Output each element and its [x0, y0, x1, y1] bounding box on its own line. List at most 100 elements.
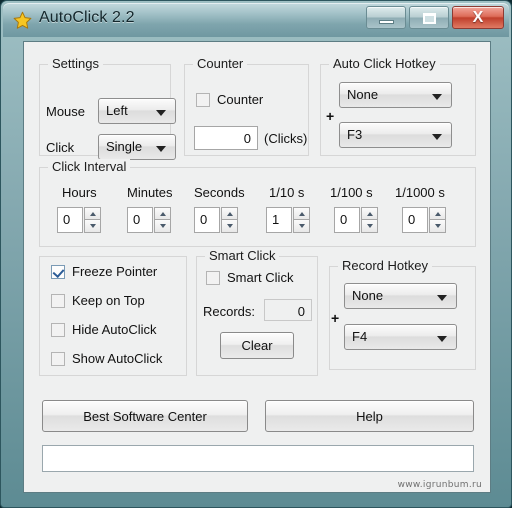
mouse-label: Mouse [46, 104, 86, 119]
hours-label: Hours [62, 185, 97, 200]
help-button[interactable]: Help [265, 400, 474, 432]
hundredth-label: 1/100 s [330, 185, 373, 200]
thousandth-label: 1/1000 s [395, 185, 445, 200]
caret-down-icon [90, 224, 96, 228]
close-icon: X [472, 9, 484, 26]
chevron-down-icon [437, 336, 447, 342]
clear-button-label: Clear [241, 338, 273, 353]
help-button-label: Help [356, 408, 383, 424]
settings-group-title: Settings [48, 56, 103, 71]
maximize-icon [423, 13, 436, 24]
caret-down-icon [299, 224, 305, 228]
status-bar[interactable] [42, 445, 474, 472]
auto-click-hotkey-title: Auto Click Hotkey [329, 56, 440, 71]
counter-value-input[interactable]: 0 [194, 126, 258, 150]
star-icon [13, 11, 32, 29]
checkbox-box [196, 93, 210, 107]
minutes-down-button[interactable] [154, 220, 171, 233]
caret-down-icon [160, 224, 166, 228]
seconds-value: 0 [200, 212, 208, 227]
chevron-down-icon [156, 110, 166, 116]
counter-checkbox-label: Counter [217, 92, 264, 107]
close-button[interactable]: X [452, 6, 504, 29]
hours-input[interactable]: 0 [57, 207, 83, 233]
seconds-down-button[interactable] [221, 220, 238, 233]
record-hotkey-key-select[interactable]: F4 [344, 324, 457, 350]
checkbox-box [51, 294, 65, 308]
click-select[interactable]: Single [98, 134, 176, 160]
thousandth-input[interactable]: 0 [402, 207, 428, 233]
record-hotkey-title: Record Hotkey [338, 258, 432, 273]
hundredth-up-button[interactable] [361, 207, 378, 220]
counter-value: 0 [243, 131, 251, 146]
record-hotkey-group: Record Hotkey [329, 258, 476, 370]
minutes-value: 0 [133, 212, 141, 227]
caret-up-icon [227, 212, 233, 216]
freeze-pointer-label: Freeze Pointer [72, 264, 158, 279]
chevron-down-icon [437, 295, 447, 301]
window-controls: X [366, 6, 504, 32]
record-hotkey-modifier-select[interactable]: None [344, 283, 457, 309]
counter-group-title: Counter [193, 56, 248, 71]
seconds-up-button[interactable] [221, 207, 238, 220]
best-software-center-label: Best Software Center [83, 408, 207, 424]
tenth-label: 1/10 s [269, 185, 305, 200]
caret-up-icon [435, 212, 441, 216]
thousandth-value: 0 [408, 212, 416, 227]
tenth-down-button[interactable] [293, 220, 310, 233]
hours-up-button[interactable] [84, 207, 101, 220]
minutes-input[interactable]: 0 [127, 207, 153, 233]
records-label: Records: [203, 304, 256, 319]
hundredth-down-button[interactable] [361, 220, 378, 233]
auto-hotkey-modifier-select[interactable]: None [339, 82, 452, 108]
app-window: AutoClick 2.2 X Settings Mouse Left Clic… [0, 0, 512, 508]
hundredth-input[interactable]: 0 [334, 207, 360, 233]
clear-button[interactable]: Clear [220, 332, 294, 359]
tenth-value: 1 [272, 212, 280, 227]
record-hotkey-key-value: F4 [352, 329, 368, 344]
tenth-up-button[interactable] [293, 207, 310, 220]
thousandth-up-button[interactable] [429, 207, 446, 220]
watermark: www.igrunbum.ru [397, 480, 482, 490]
hours-value: 0 [63, 212, 71, 227]
record-hotkey-modifier-value: None [352, 288, 384, 303]
chevron-down-icon [432, 134, 442, 140]
mouse-select-value: Left [106, 103, 128, 118]
mouse-select[interactable]: Left [98, 98, 176, 124]
caret-down-icon [227, 224, 233, 228]
title-bar[interactable]: AutoClick 2.2 X [3, 3, 509, 37]
checkbox-box [51, 323, 65, 337]
maximize-button[interactable] [409, 6, 449, 29]
smart-click-checkbox-label: Smart Click [227, 270, 294, 285]
minimize-button[interactable] [366, 6, 406, 29]
chevron-down-icon [432, 94, 442, 100]
checkbox-box [51, 265, 65, 279]
auto-hotkey-plus: + [326, 108, 335, 124]
minutes-label: Minutes [127, 185, 173, 200]
minimize-icon [379, 20, 394, 24]
window-title: AutoClick 2.2 [39, 9, 135, 26]
caret-up-icon [90, 212, 96, 216]
checkbox-box [51, 352, 65, 366]
caret-down-icon [435, 224, 441, 228]
seconds-input[interactable]: 0 [194, 207, 220, 233]
checkbox-box [206, 271, 220, 285]
counter-unit-label: (Clicks) [264, 131, 308, 146]
record-hotkey-plus: + [331, 310, 340, 326]
show-autoclick-label: Show AutoClick [72, 351, 163, 366]
best-software-center-button[interactable]: Best Software Center [42, 400, 248, 432]
hundredth-value: 0 [340, 212, 348, 227]
auto-hotkey-key-select[interactable]: F3 [339, 122, 452, 148]
minutes-up-button[interactable] [154, 207, 171, 220]
click-interval-title: Click Interval [48, 159, 131, 174]
tenth-input[interactable]: 1 [266, 207, 292, 233]
hours-down-button[interactable] [84, 220, 101, 233]
smart-click-title: Smart Click [205, 248, 280, 263]
auto-hotkey-modifier-value: None [347, 87, 379, 102]
caret-up-icon [160, 212, 166, 216]
caret-up-icon [367, 212, 373, 216]
caret-down-icon [367, 224, 373, 228]
thousandth-down-button[interactable] [429, 220, 446, 233]
client-area: Settings Mouse Left Click Single Counter… [23, 41, 491, 493]
chevron-down-icon [156, 146, 166, 152]
